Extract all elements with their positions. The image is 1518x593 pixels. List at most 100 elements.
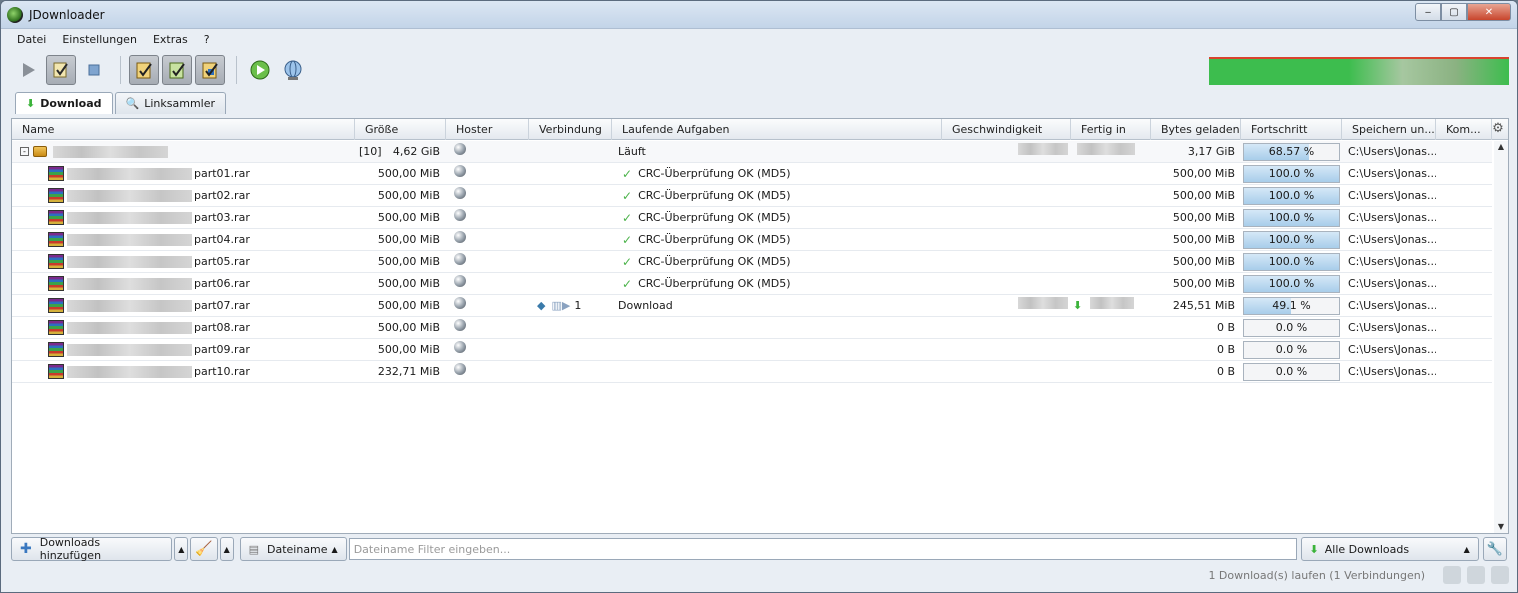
app-window: JDownloader ‒ ▢ ✕ Datei Einstellungen Ex… — [0, 0, 1518, 593]
file-row[interactable]: part08.rar 500,00 MiB 0 B 0.0 % C:\Users… — [12, 317, 1492, 339]
file-task: Download — [618, 298, 673, 312]
file-name-cell: part03.rar — [12, 207, 355, 229]
file-row[interactable]: part04.rar 500,00 MiB ✓ CRC-Überprüfung O… — [12, 229, 1492, 251]
file-save-cell: C:\Users\Jonas... — [1348, 364, 1436, 378]
file-speed-cell — [942, 317, 1071, 339]
add-downloads-label: Downloads hinzufügen — [39, 536, 102, 562]
hoster-icon — [454, 230, 466, 243]
column-progress[interactable]: Fortschritt — [1241, 119, 1342, 140]
filename-blurred — [67, 299, 192, 312]
filter-type-dropdown[interactable]: ▤ Dateiname ▲ — [239, 537, 347, 561]
menu-extras[interactable]: Extras — [145, 31, 196, 49]
file-name: part02.rar — [194, 188, 250, 202]
file-bytes-cell: 500,00 MiB — [1172, 232, 1235, 246]
menu-help[interactable]: ? — [196, 31, 218, 49]
menu-einstellungen[interactable]: Einstellungen — [54, 31, 145, 49]
view-dropdown[interactable]: ⬇ Alle Downloads ▲ — [1300, 537, 1479, 561]
clipboard-monitor-button[interactable] — [129, 55, 159, 85]
file-row[interactable]: part07.rar 500,00 MiB ◆ ▥▶ 1 Download ⬇ 24… — [12, 295, 1492, 317]
package-comment-cell — [1436, 141, 1486, 163]
file-save-cell: C:\Users\Jonas... — [1348, 210, 1436, 224]
file-bytes-cell: 500,00 MiB — [1172, 188, 1235, 202]
column-speed[interactable]: Geschwindigkeit — [942, 119, 1071, 140]
progress-text: 0.0 % — [1275, 320, 1308, 334]
eta-blurred — [1077, 142, 1135, 155]
file-task-cell: ✓ CRC-Überprüfung OK (MD5) — [612, 251, 942, 273]
column-hoster[interactable]: Hoster — [446, 119, 529, 140]
package-size-cell: [10] 4,62 GiB — [355, 141, 446, 163]
package-status-icon[interactable] — [1491, 566, 1509, 584]
column-bytes[interactable]: Bytes geladen — [1151, 119, 1241, 140]
column-size[interactable]: Größe — [355, 119, 446, 140]
filter-input[interactable]: Dateiname Filter eingeben... — [348, 538, 1297, 560]
scroll-up-arrow-icon[interactable]: ▲ — [1494, 141, 1508, 153]
scroll-down-arrow-icon[interactable]: ▼ — [1494, 521, 1508, 533]
pause-check-icon — [53, 62, 68, 78]
file-row[interactable]: part06.rar 500,00 MiB ✓ CRC-Überprüfung O… — [12, 273, 1492, 295]
file-row[interactable]: part10.rar 232,71 MiB 0 B 0.0 % C:\Users… — [12, 361, 1492, 383]
file-row[interactable]: part05.rar 500,00 MiB ✓ CRC-Überprüfung O… — [12, 251, 1492, 273]
file-comment-cell — [1436, 163, 1486, 185]
progress-text: 68.57 % — [1268, 144, 1315, 158]
cleanup-menu-button[interactable]: ▲ — [219, 537, 234, 561]
clipboard-icon — [136, 62, 152, 79]
update-status-icon[interactable] — [1443, 566, 1461, 584]
hoster-icon — [454, 340, 466, 353]
collapse-toggle-icon[interactable]: - — [20, 147, 29, 156]
column-settings-gear-icon[interactable]: ⚙ — [1490, 121, 1506, 137]
column-name[interactable]: Name — [12, 119, 355, 140]
column-connection[interactable]: Verbindung — [529, 119, 612, 140]
checkmark-icon: ✓ — [622, 232, 633, 247]
file-name: part07.rar — [194, 298, 250, 312]
vertical-scrollbar[interactable]: ▲ ▼ — [1494, 141, 1508, 533]
title-bar: JDownloader ‒ ▢ ✕ — [1, 1, 1517, 29]
minimize-button[interactable]: ‒ — [1415, 3, 1441, 21]
update-button[interactable] — [245, 55, 275, 85]
file-name-cell: part07.rar — [12, 295, 355, 317]
file-connection-cell — [529, 273, 612, 295]
file-connection-cell — [529, 163, 612, 185]
tab-download[interactable]: ⬇ Download — [15, 92, 113, 114]
tab-linksammler[interactable]: 🔍 Linksammler — [114, 92, 227, 114]
file-eta-cell — [1071, 229, 1151, 251]
file-row[interactable]: part01.rar 500,00 MiB ✓ CRC-Überprüfung O… — [12, 163, 1492, 185]
file-name: part09.rar — [194, 342, 250, 356]
package-row[interactable]: - [10] 4,62 GiB Läuft 3,17 GiB 68.57 % C:… — [12, 141, 1492, 163]
auto-reconnect-button[interactable] — [162, 55, 192, 85]
file-row[interactable]: part09.rar 500,00 MiB 0 B 0.0 % C:\Users… — [12, 339, 1492, 361]
file-size-cell: 500,00 MiB — [355, 229, 446, 251]
file-speed-cell — [942, 361, 1071, 383]
start-button[interactable] — [13, 55, 43, 85]
column-tasks[interactable]: Laufende Aufgaben — [612, 119, 942, 140]
column-eta[interactable]: Fertig in — [1071, 119, 1151, 140]
file-size-cell: 500,00 MiB — [355, 317, 446, 339]
pause-button[interactable] — [46, 55, 76, 85]
file-speed-cell — [942, 229, 1071, 251]
add-downloads-menu-button[interactable]: ▲ — [174, 537, 189, 561]
column-save[interactable]: Speichern un... — [1342, 119, 1436, 140]
file-size-cell: 500,00 MiB — [355, 273, 446, 295]
premium-button[interactable] — [195, 55, 225, 85]
close-button[interactable]: ✕ — [1467, 3, 1511, 21]
cleanup-button[interactable]: 🧹 — [190, 537, 218, 561]
column-comment[interactable]: Kom... — [1436, 119, 1492, 140]
progress-bar: 100.0 % — [1243, 208, 1340, 227]
file-row[interactable]: part02.rar 500,00 MiB ✓ CRC-Überprüfung O… — [12, 185, 1492, 207]
filename-blurred — [67, 321, 192, 334]
reconnect-now-button[interactable] — [278, 55, 308, 85]
stop-button[interactable] — [79, 55, 109, 85]
progress-bar: 100.0 % — [1243, 252, 1340, 271]
file-hoster-cell — [446, 207, 529, 229]
maximize-button[interactable]: ▢ — [1441, 3, 1467, 21]
file-size: 500,00 MiB — [377, 254, 440, 268]
file-task: CRC-Überprüfung OK (MD5) — [638, 166, 791, 180]
reconnect-status-icon[interactable] — [1467, 566, 1485, 584]
file-row[interactable]: part03.rar 500,00 MiB ✓ CRC-Überprüfung O… — [12, 207, 1492, 229]
add-downloads-button[interactable]: ✚ Downloads hinzufügen — [11, 536, 173, 562]
menu-datei[interactable]: Datei — [9, 31, 54, 49]
file-size-cell: 500,00 MiB — [355, 163, 446, 185]
properties-button[interactable]: 🔧 — [1482, 537, 1507, 561]
file-bytes-cell: 500,00 MiB — [1172, 210, 1235, 224]
file-size-cell: 500,00 MiB — [355, 185, 446, 207]
file-connection-cell: ◆ ▥▶ 1 — [529, 295, 612, 317]
